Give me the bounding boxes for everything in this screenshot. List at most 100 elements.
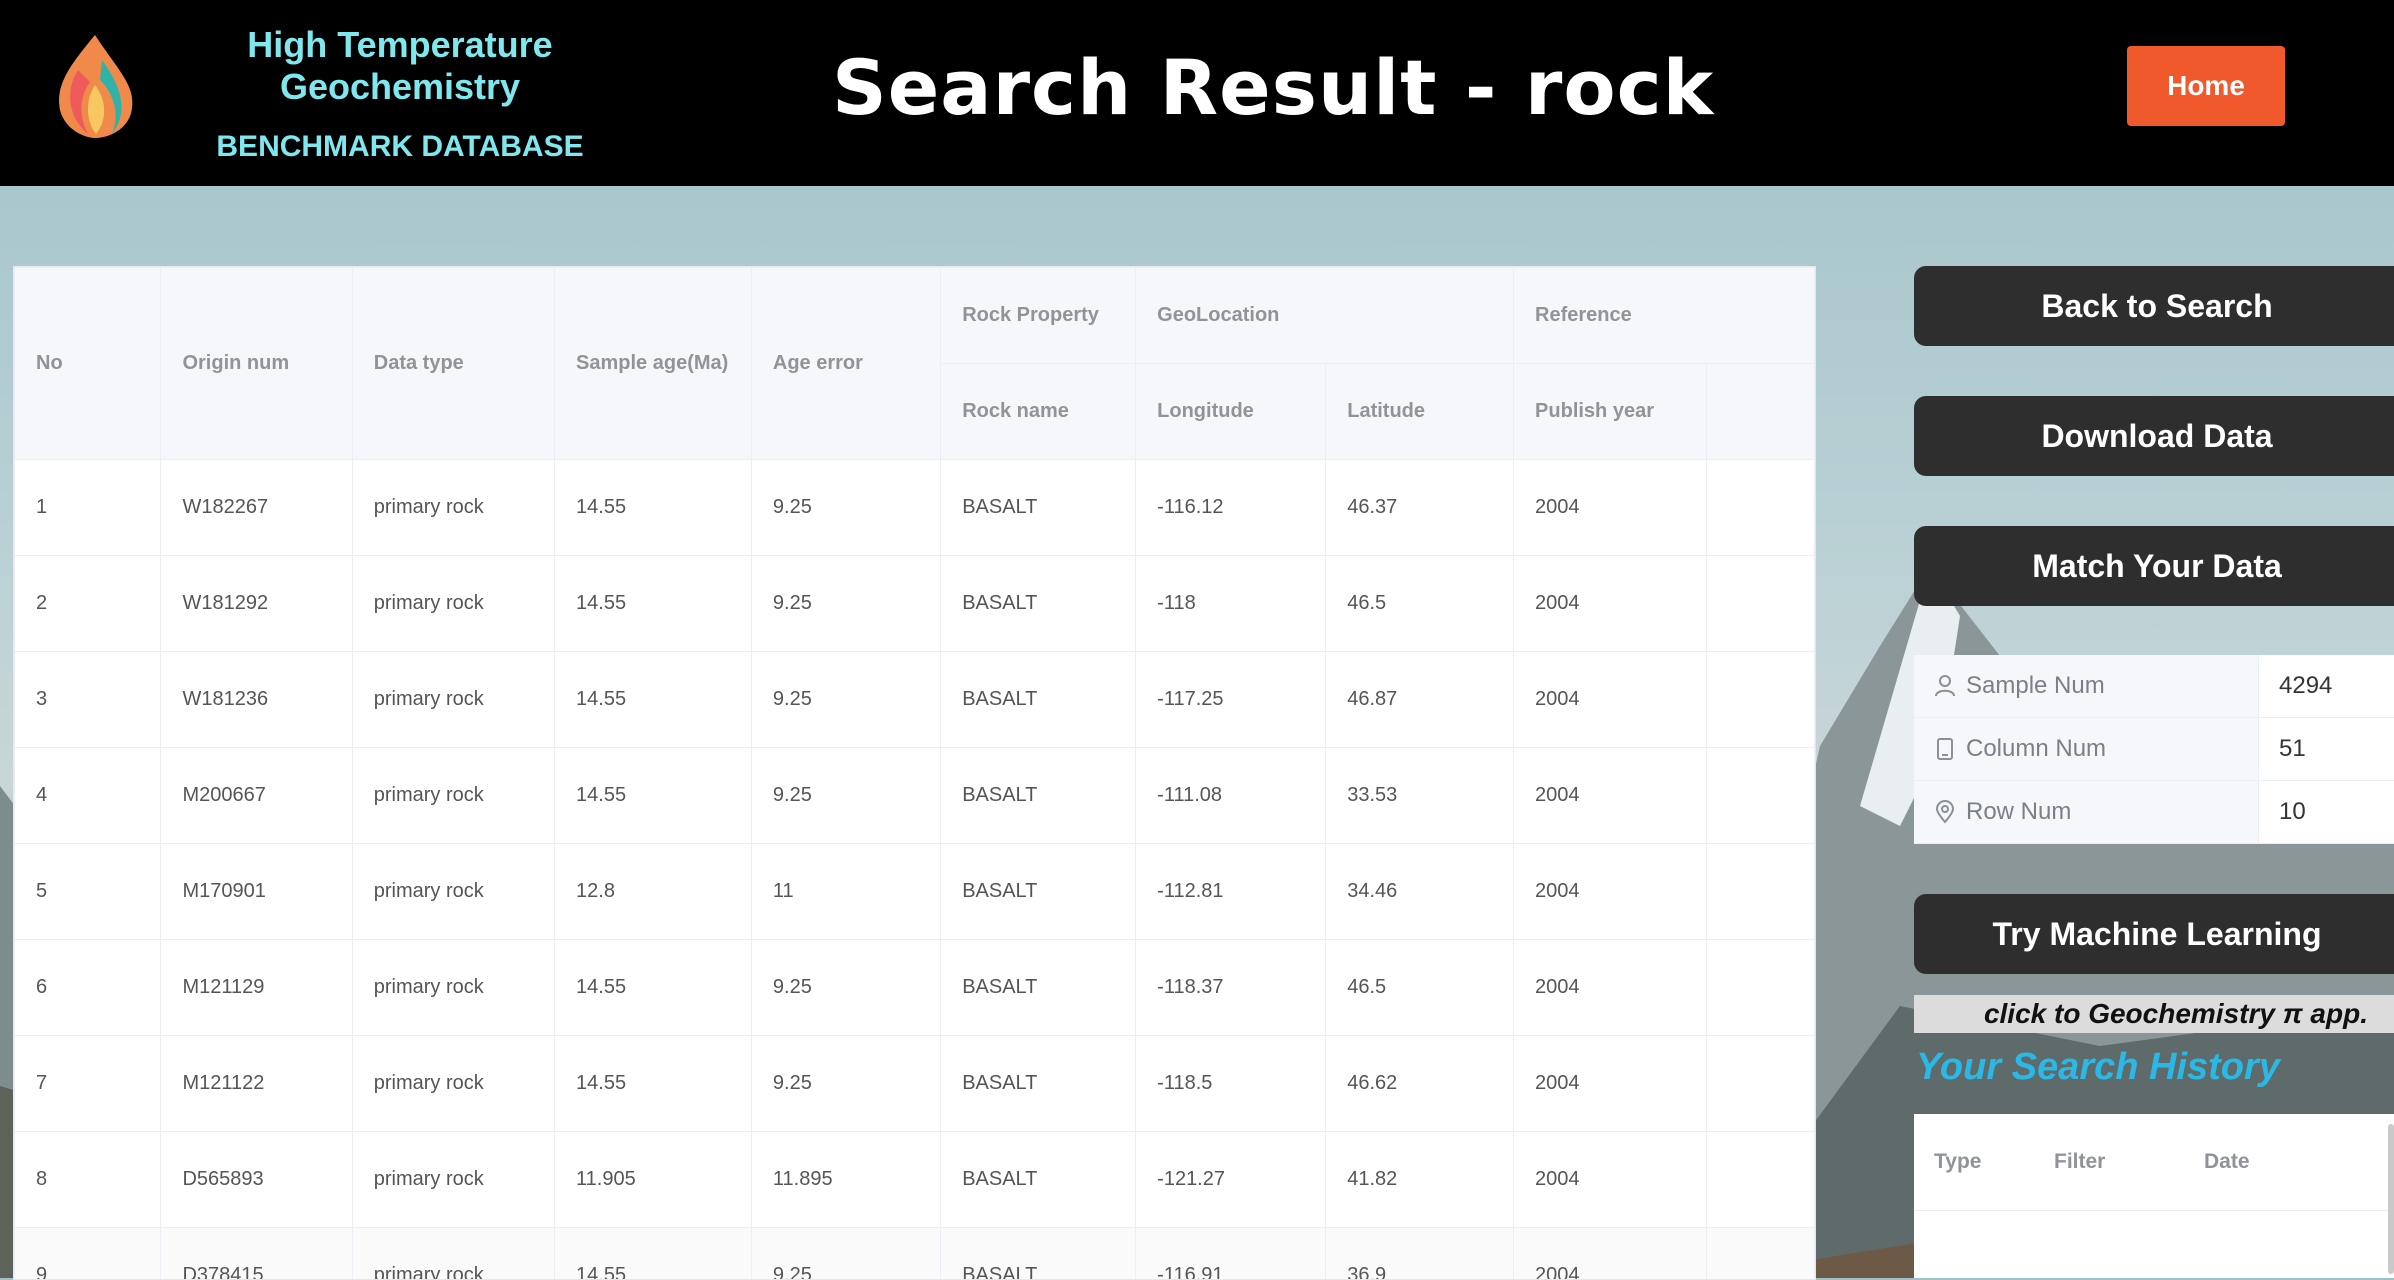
brand-subtitle: BENCHMARK DATABASE: [210, 130, 590, 164]
cell-sample-age: 14.55: [555, 556, 752, 652]
cell-rock-name: BASALT: [941, 844, 1136, 940]
cell-data-type: primary rock: [352, 1228, 554, 1280]
cell-longitude: -112.81: [1136, 844, 1326, 940]
cell-no: 4: [15, 748, 161, 844]
column-num-label: Column Num: [1914, 718, 2259, 780]
match-your-data-button[interactable]: Match Your Data: [1914, 526, 2394, 606]
cell-no: 7: [15, 1036, 161, 1132]
cell-latitude: 36.9: [1326, 1228, 1514, 1280]
cell-truncated: [1706, 748, 1814, 844]
cell-data-type: primary rock: [352, 652, 554, 748]
column-header-latitude[interactable]: Latitude: [1326, 364, 1514, 460]
table-row[interactable]: 4M200667primary rock14.559.25BASALT-111.…: [15, 748, 1815, 844]
cell-longitude: -116.12: [1136, 460, 1326, 556]
page-title: Search Result - rock: [832, 40, 1714, 136]
cell-publish-year: 2004: [1514, 652, 1707, 748]
cell-longitude: -111.08: [1136, 748, 1326, 844]
column-header-no[interactable]: No: [15, 268, 161, 460]
results-table-container[interactable]: No Origin num Data type Sample age(Ma) A…: [13, 266, 1816, 1280]
cell-origin-num: W182267: [161, 460, 352, 556]
group-header-reference: Reference: [1514, 268, 1815, 364]
column-header-rock-name[interactable]: Rock name: [941, 364, 1136, 460]
cell-rock-name: BASALT: [941, 940, 1136, 1036]
cell-sample-age: 14.55: [555, 748, 752, 844]
cell-data-type: primary rock: [352, 1036, 554, 1132]
cell-data-type: primary rock: [352, 1132, 554, 1228]
geochemistry-app-link[interactable]: click to Geochemistry π app.: [1914, 995, 2394, 1033]
cell-no: 3: [15, 652, 161, 748]
search-history-table: Type Filter Date: [1914, 1114, 2394, 1278]
cell-publish-year: 2004: [1514, 1036, 1707, 1132]
column-num-value: 51: [2259, 718, 2394, 780]
cell-longitude: -118.37: [1136, 940, 1326, 1036]
cell-origin-num: W181236: [161, 652, 352, 748]
cell-sample-age: 14.55: [555, 940, 752, 1036]
cell-publish-year: 2004: [1514, 1132, 1707, 1228]
sample-num-row: Sample Num 4294: [1914, 655, 2394, 718]
results-table: No Origin num Data type Sample age(Ma) A…: [14, 267, 1815, 1280]
cell-truncated: [1706, 652, 1814, 748]
table-row[interactable]: 5M170901primary rock12.811BASALT-112.813…: [15, 844, 1815, 940]
group-header-rock-property: Rock Property: [941, 268, 1136, 364]
cell-latitude: 41.82: [1326, 1132, 1514, 1228]
table-row[interactable]: 6M121129primary rock14.559.25BASALT-118.…: [15, 940, 1815, 1036]
column-header-origin-num[interactable]: Origin num: [161, 268, 352, 460]
column-header-data-type[interactable]: Data type: [352, 268, 554, 460]
cell-latitude: 46.37: [1326, 460, 1514, 556]
cell-origin-num: M121122: [161, 1036, 352, 1132]
column-header-publish-year[interactable]: Publish year: [1514, 364, 1707, 460]
cell-latitude: 46.5: [1326, 556, 1514, 652]
tablet-icon: [1934, 737, 1956, 761]
row-num-text: Row Num: [1966, 798, 2071, 826]
column-header-longitude[interactable]: Longitude: [1136, 364, 1326, 460]
cell-rock-name: BASALT: [941, 748, 1136, 844]
cell-sample-age: 14.55: [555, 1228, 752, 1280]
history-column-type: Type: [1914, 1150, 2034, 1174]
cell-age-error: 9.25: [751, 460, 940, 556]
column-num-row: Column Num 51: [1914, 718, 2394, 781]
row-num-row: Row Num 10: [1914, 781, 2394, 844]
download-data-button[interactable]: Download Data: [1914, 396, 2394, 476]
results-table-body: 1W182267primary rock14.559.25BASALT-116.…: [15, 460, 1815, 1280]
group-header-geolocation: GeoLocation: [1136, 268, 1514, 364]
sample-num-label: Sample Num: [1914, 655, 2259, 717]
table-row[interactable]: 7M121122primary rock14.559.25BASALT-118.…: [15, 1036, 1815, 1132]
column-header-truncated: [1706, 364, 1814, 460]
table-row[interactable]: 3W181236primary rock14.559.25BASALT-117.…: [15, 652, 1815, 748]
sample-num-value: 4294: [2259, 655, 2394, 717]
cell-sample-age: 14.55: [555, 1036, 752, 1132]
dataset-stats: Sample Num 4294 Column Num 51 Row Num 10: [1914, 655, 2394, 844]
cell-truncated: [1706, 556, 1814, 652]
brand-title: High Temperature Geochemistry: [210, 24, 590, 108]
column-header-age-error[interactable]: Age error: [751, 268, 940, 460]
cell-sample-age: 12.8: [555, 844, 752, 940]
table-row[interactable]: 1W182267primary rock14.559.25BASALT-116.…: [15, 460, 1815, 556]
cell-rock-name: BASALT: [941, 1132, 1136, 1228]
cell-data-type: primary rock: [352, 556, 554, 652]
cell-origin-num: M170901: [161, 844, 352, 940]
cell-truncated: [1706, 1228, 1814, 1280]
cell-data-type: primary rock: [352, 844, 554, 940]
history-scrollbar[interactable]: [2388, 1124, 2394, 1274]
history-column-filter: Filter: [2034, 1150, 2184, 1174]
sample-num-text: Sample Num: [1966, 672, 2105, 700]
cell-origin-num: D565893: [161, 1132, 352, 1228]
cell-latitude: 46.5: [1326, 940, 1514, 1036]
cell-origin-num: M200667: [161, 748, 352, 844]
table-row[interactable]: 8D565893primary rock11.90511.895BASALT-1…: [15, 1132, 1815, 1228]
cell-rock-name: BASALT: [941, 1228, 1136, 1280]
cell-publish-year: 2004: [1514, 1228, 1707, 1280]
table-row[interactable]: 2W181292primary rock14.559.25BASALT-1184…: [15, 556, 1815, 652]
flame-logo-icon: [50, 30, 140, 140]
column-header-sample-age[interactable]: Sample age(Ma): [555, 268, 752, 460]
cell-data-type: primary rock: [352, 460, 554, 556]
back-to-search-button[interactable]: Back to Search: [1914, 266, 2394, 346]
cell-sample-age: 11.905: [555, 1132, 752, 1228]
cell-longitude: -118.5: [1136, 1036, 1326, 1132]
try-machine-learning-button[interactable]: Try Machine Learning: [1914, 894, 2394, 974]
home-button[interactable]: Home: [2127, 46, 2285, 126]
table-row[interactable]: 9D378415primary rock14.559.25BASALT-116.…: [15, 1228, 1815, 1280]
cell-origin-num: D378415: [161, 1228, 352, 1280]
cell-age-error: 9.25: [751, 1036, 940, 1132]
top-header: High Temperature Geochemistry BENCHMARK …: [0, 0, 2394, 186]
